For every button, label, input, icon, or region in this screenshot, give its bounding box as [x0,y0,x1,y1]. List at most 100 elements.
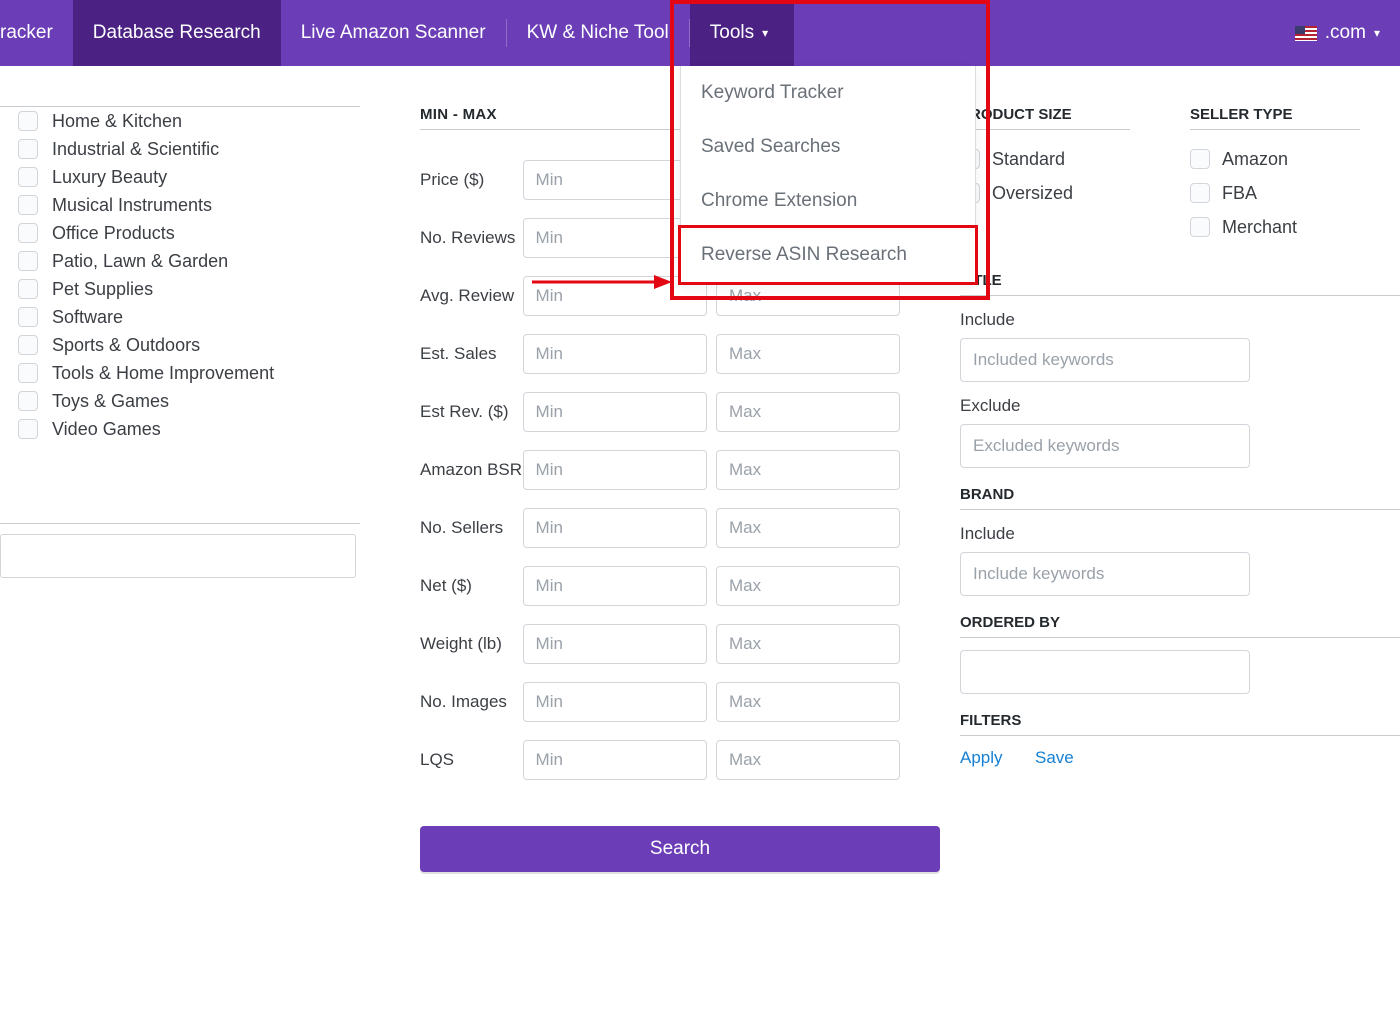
checkbox-icon[interactable] [18,223,38,243]
category-search-input[interactable] [0,534,356,578]
max-input[interactable] [716,566,900,606]
dropdown-item-keyword-tracker[interactable]: Keyword Tracker [681,66,975,120]
min-input[interactable] [523,450,707,490]
minmax-row: Est. Sales [420,332,900,376]
nav-item-tracker[interactable]: racker [0,0,73,66]
min-input[interactable] [523,392,707,432]
seller-type-option[interactable]: FBA [1190,176,1360,210]
chevron-down-icon: ▾ [1374,26,1380,40]
category-row[interactable]: Luxury Beauty [18,163,340,191]
min-input[interactable] [523,740,707,780]
checkbox-icon[interactable] [18,279,38,299]
title-include-label: Include [960,310,1400,330]
product-size-option[interactable]: Oversized [960,176,1130,210]
title-include-input[interactable] [960,338,1250,382]
checkbox-icon[interactable] [1190,217,1210,237]
checkbox-icon[interactable] [18,111,38,131]
category-panel: Home & Kitchen Industrial & Scientific Lux… [0,106,360,872]
checkbox-icon[interactable] [18,251,38,271]
title-heading: TITLE [960,272,1400,296]
min-input[interactable] [523,334,707,374]
dropdown-item-reverse-asin-research[interactable]: Reverse ASIN Research [678,225,978,285]
brand-include-input[interactable] [960,552,1250,596]
checkbox-icon[interactable] [18,195,38,215]
filters-apply-link[interactable]: Apply [960,748,1003,767]
min-input[interactable] [523,624,707,664]
category-label: Video Games [52,419,161,440]
minmax-label: Net ($) [420,576,523,596]
checkbox-icon[interactable] [18,363,38,383]
minmax-label: No. Reviews [420,228,523,248]
product-size-heading: PRODUCT SIZE [960,106,1130,130]
dropdown-item-saved-searches[interactable]: Saved Searches [681,120,975,174]
tools-dropdown: Keyword Tracker Saved Searches Chrome Ex… [680,66,976,283]
dropdown-item-chrome-extension[interactable]: Chrome Extension [681,174,975,228]
category-row[interactable]: Musical Instruments [18,191,340,219]
max-input[interactable] [716,508,900,548]
minmax-row: No. Sellers [420,506,900,550]
category-label: Patio, Lawn & Garden [52,251,228,272]
nav-label: racker [0,22,53,44]
category-label: Sports & Outdoors [52,335,200,356]
minmax-row: Amazon BSR [420,448,900,492]
max-input[interactable] [716,624,900,664]
min-input[interactable] [523,682,707,722]
category-row[interactable]: Patio, Lawn & Garden [18,247,340,275]
category-row[interactable]: Video Games [18,415,340,443]
max-input[interactable] [716,682,900,722]
seller-type-section: SELLER TYPE Amazon FBA Merchant [1190,106,1360,244]
max-input[interactable] [716,740,900,780]
ordered-by-select[interactable] [960,650,1250,694]
option-label: Merchant [1222,217,1297,238]
max-input[interactable] [716,450,900,490]
checkbox-icon[interactable] [18,335,38,355]
title-exclude-input[interactable] [960,424,1250,468]
category-label: Toys & Games [52,391,169,412]
max-input[interactable] [716,392,900,432]
search-button[interactable]: Search [420,826,940,872]
category-row[interactable]: Pet Supplies [18,275,340,303]
category-row[interactable]: Toys & Games [18,387,340,415]
category-row[interactable]: Home & Kitchen [18,107,340,135]
minmax-row: No. Images [420,680,900,724]
seller-type-heading: SELLER TYPE [1190,106,1360,130]
nav-item-database-research[interactable]: Database Research [73,0,281,66]
filters-save-link[interactable]: Save [1035,748,1074,767]
checkbox-icon[interactable] [1190,183,1210,203]
minmax-row: Net ($) [420,564,900,608]
category-row[interactable]: Tools & Home Improvement [18,359,340,387]
max-input[interactable] [716,334,900,374]
nav-label: Tools [710,22,754,44]
nav-item-tools[interactable]: Tools ▾ [690,0,794,66]
category-row[interactable]: Office Products [18,219,340,247]
filters-heading: FILTERS [960,712,1400,736]
brand-heading: BRAND [960,486,1400,510]
category-label: Software [52,307,123,328]
checkbox-icon[interactable] [18,419,38,439]
seller-type-option[interactable]: Merchant [1190,210,1360,244]
category-label: Tools & Home Improvement [52,363,274,384]
checkbox-icon[interactable] [1190,149,1210,169]
minmax-label: Amazon BSR [420,460,523,480]
category-row[interactable]: Sports & Outdoors [18,331,340,359]
option-label: FBA [1222,183,1257,204]
category-row[interactable]: Industrial & Scientific [18,135,340,163]
option-label: Amazon [1222,149,1288,170]
locale-switcher[interactable]: .com ▾ [1275,0,1400,66]
min-input[interactable] [523,566,707,606]
checkbox-icon[interactable] [18,391,38,411]
brand-include-label: Include [960,524,1400,544]
min-input[interactable] [523,508,707,548]
seller-type-option[interactable]: Amazon [1190,142,1360,176]
category-row[interactable]: Software [18,303,340,331]
checkbox-icon[interactable] [18,167,38,187]
product-size-section: PRODUCT SIZE StandardOversized [960,106,1130,244]
category-label: Industrial & Scientific [52,139,219,160]
checkbox-icon[interactable] [18,139,38,159]
nav-item-kw-niche-tool[interactable]: KW & Niche Tool [507,0,689,66]
category-label: Pet Supplies [52,279,153,300]
checkbox-icon[interactable] [18,307,38,327]
product-size-option[interactable]: Standard [960,142,1130,176]
min-input[interactable] [523,160,707,200]
nav-item-live-amazon-scanner[interactable]: Live Amazon Scanner [281,0,506,66]
